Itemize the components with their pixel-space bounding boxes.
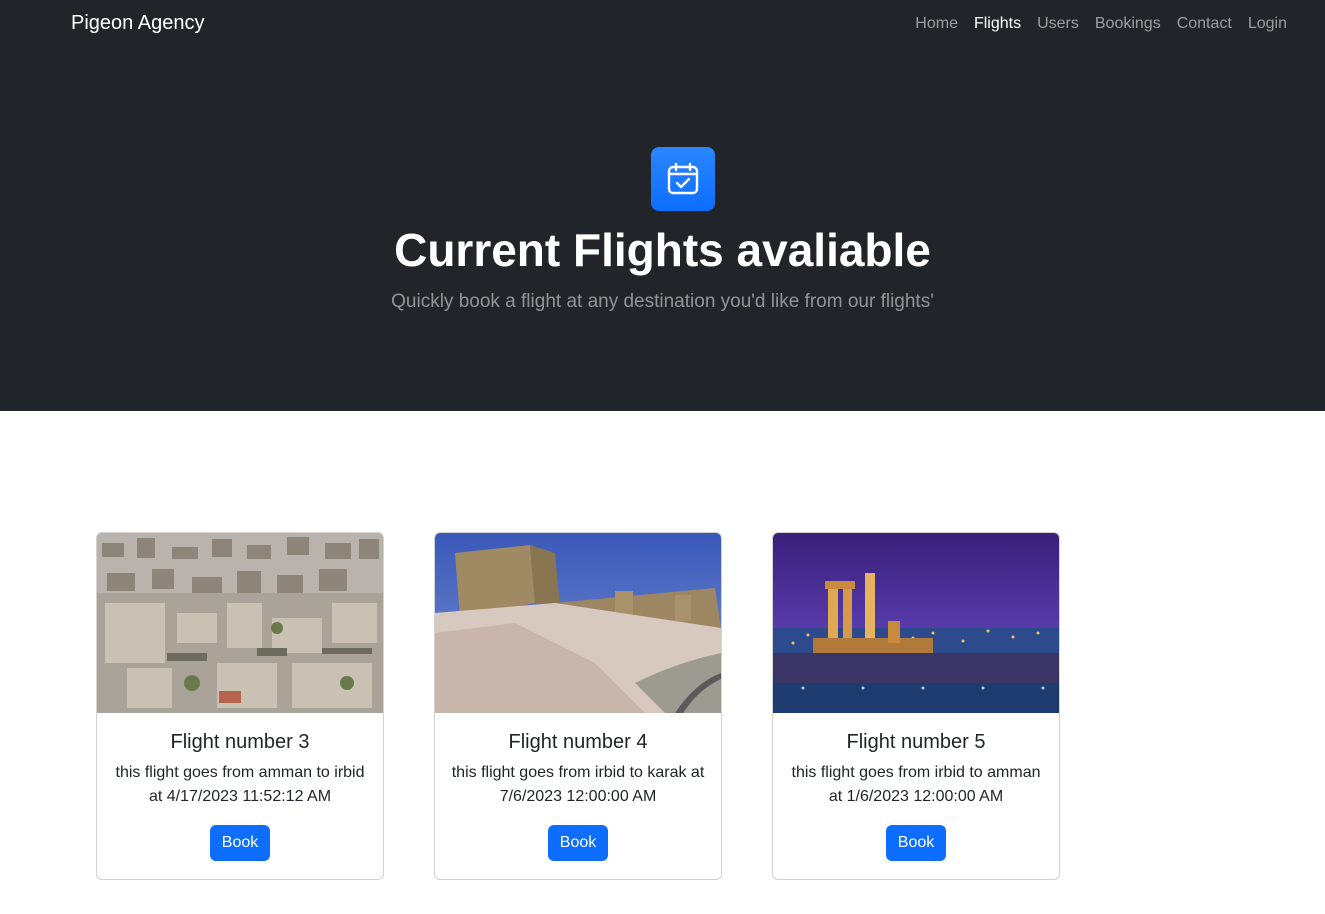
- page-subtitle: Quickly book a flight at any destination…: [391, 291, 934, 312]
- card-title: Flight number 5: [846, 731, 986, 753]
- card-title: Flight number 4: [508, 731, 648, 753]
- nav-link-users[interactable]: Users: [1037, 14, 1079, 34]
- nav-link-home[interactable]: Home: [915, 14, 958, 34]
- karak-castle-photo: [435, 533, 721, 713]
- card-text: this flight goes from irbid to karak at …: [451, 764, 705, 805]
- card-body: Flight number 3 this flight goes from am…: [97, 713, 383, 861]
- brand-link[interactable]: Pigeon Agency: [71, 12, 204, 35]
- book-button[interactable]: Book: [547, 825, 609, 861]
- book-button[interactable]: Book: [209, 825, 271, 861]
- page-title: Current Flights avaliable: [394, 224, 931, 276]
- nav-link-login[interactable]: Login: [1248, 14, 1287, 34]
- flight-card: Flight number 5 this flight goes from ir…: [772, 532, 1060, 880]
- book-button[interactable]: Book: [885, 825, 947, 861]
- hero-section: Pigeon Agency Home Flights Users Booking…: [0, 0, 1325, 411]
- amman-city-aerial-photo: [97, 533, 383, 713]
- card-body: Flight number 5 this flight goes from ir…: [773, 713, 1059, 861]
- calendar-check-icon: [651, 147, 715, 211]
- card-title: Flight number 3: [170, 731, 310, 753]
- card-body: Flight number 4 this flight goes from ir…: [435, 713, 721, 861]
- amman-citadel-night-photo: [773, 533, 1059, 713]
- main-nav: Home Flights Users Bookings Contact Logi…: [915, 14, 1287, 34]
- card-text: this flight goes from irbid to amman at …: [791, 764, 1041, 805]
- flight-card: Flight number 3 this flight goes from am…: [96, 532, 384, 880]
- nav-link-contact[interactable]: Contact: [1177, 14, 1232, 34]
- nav-link-flights[interactable]: Flights: [974, 14, 1021, 34]
- card-text: this flight goes from amman to irbid at …: [115, 764, 365, 805]
- nav-link-bookings[interactable]: Bookings: [1095, 14, 1161, 34]
- flight-card: Flight number 4 this flight goes from ir…: [434, 532, 722, 880]
- flight-cards: Flight number 3 this flight goes from am…: [96, 532, 1060, 880]
